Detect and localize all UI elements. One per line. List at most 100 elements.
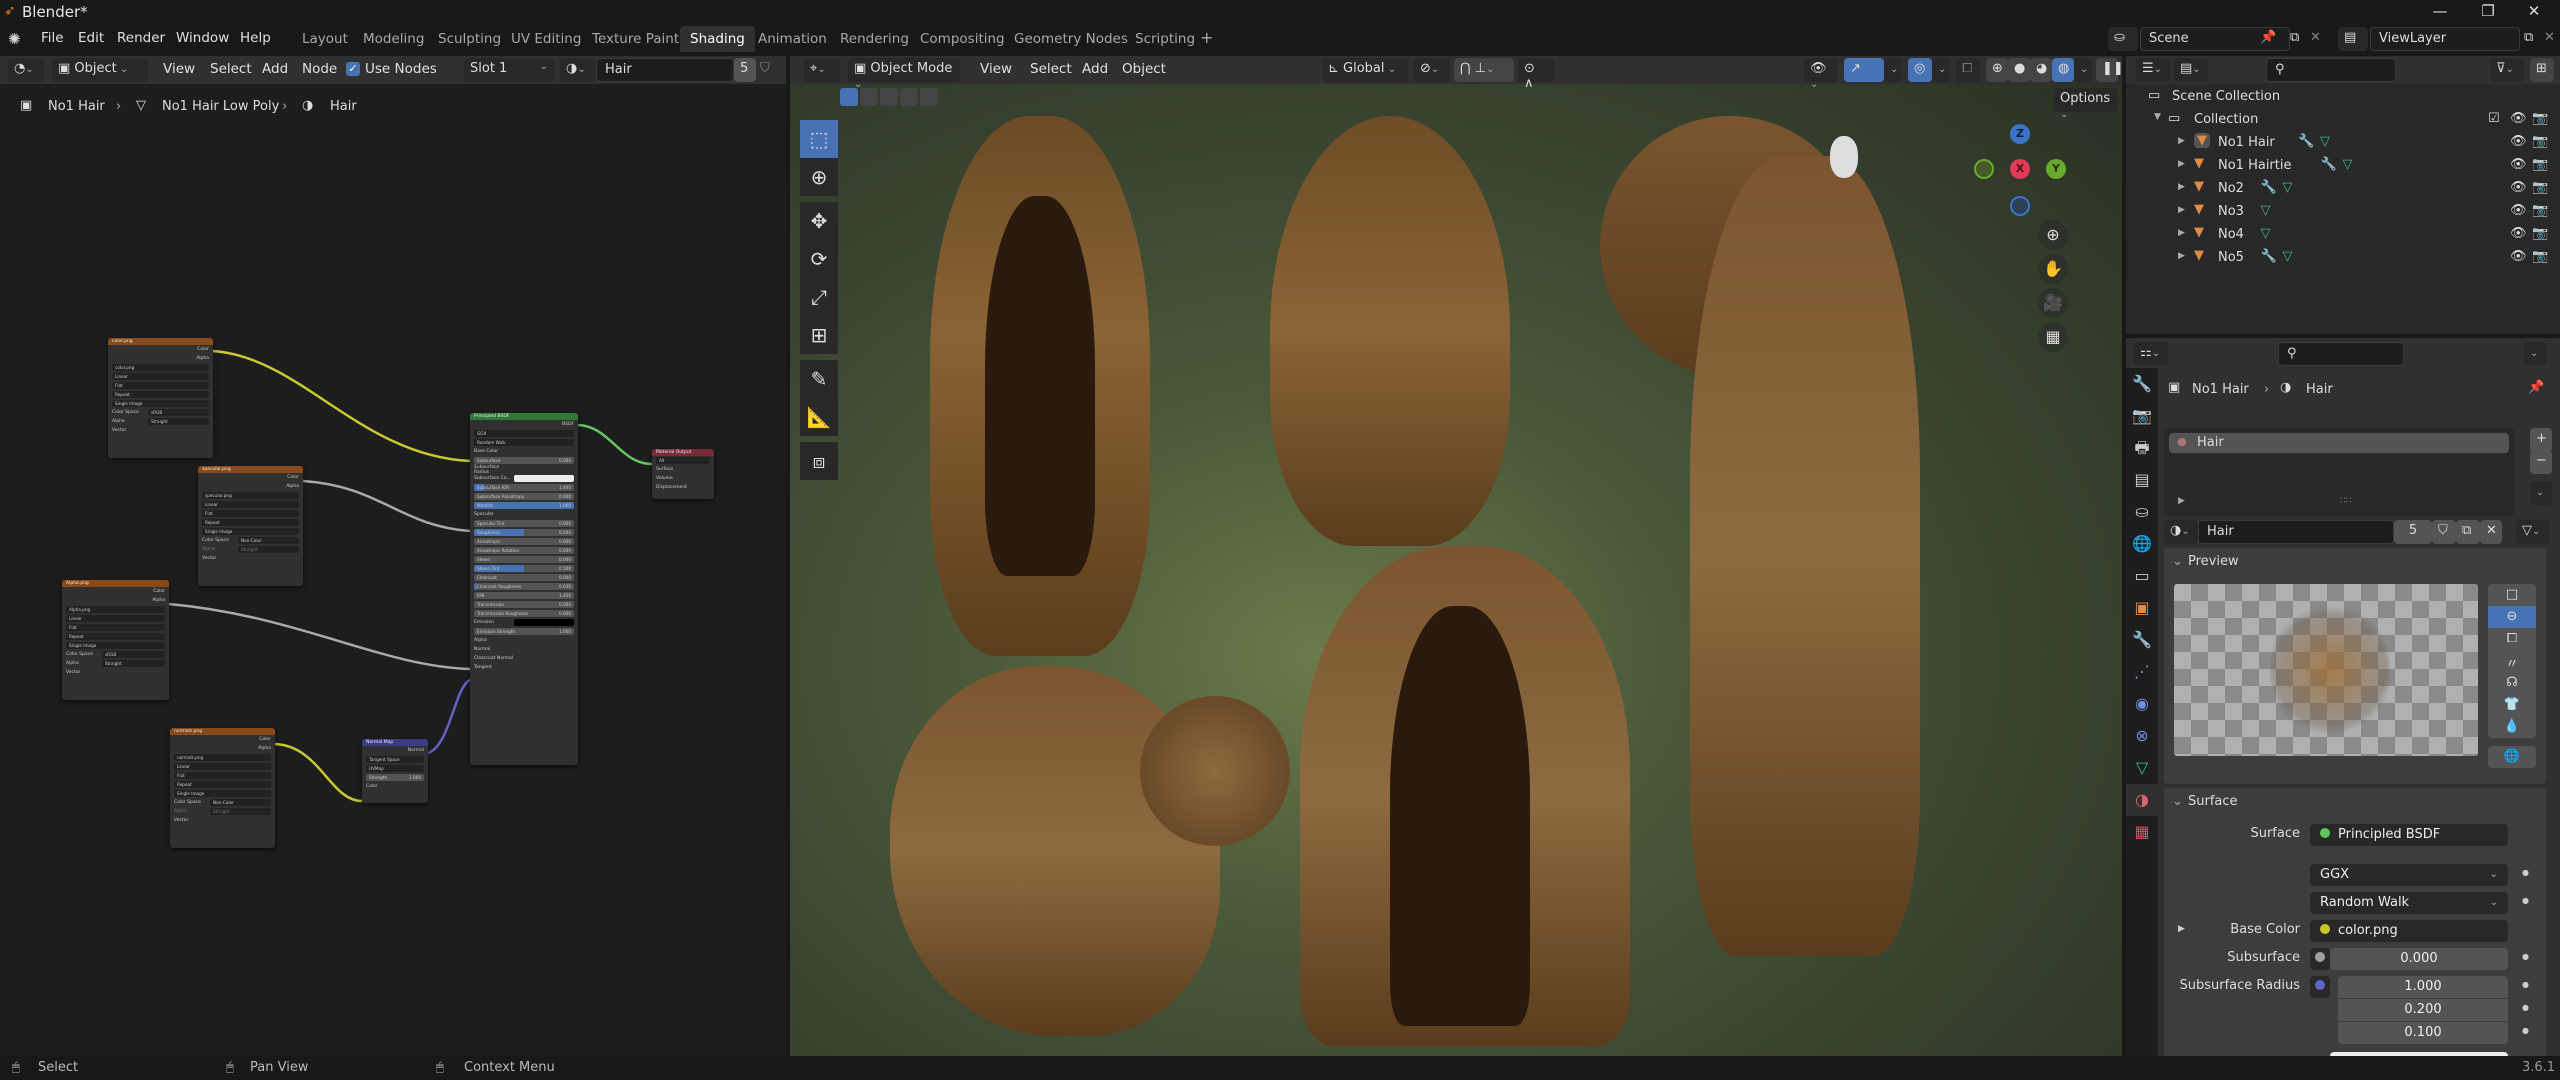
zoom-view-icon[interactable]: ⊕ <box>2038 220 2068 250</box>
output-color[interactable]: Color <box>108 345 213 354</box>
shading-dropdown[interactable]: ⌄ <box>2074 58 2092 82</box>
mesh-data-tab-icon[interactable]: ▽ <box>2126 752 2158 784</box>
preview-shader-ball-icon[interactable]: ☊ <box>2488 672 2536 694</box>
keyframe-dot-icon[interactable]: ● <box>2522 1026 2529 1035</box>
pivot-point-dropdown[interactable]: ⊘⌄ <box>1414 58 1450 82</box>
bsdf-input-row[interactable]: Subsurface IOR 1.400 <box>470 483 578 492</box>
modifier-tab-icon[interactable]: 🔧 <box>2126 624 2158 656</box>
keyframe-dot-icon[interactable]: ● <box>2522 952 2529 961</box>
menu-object[interactable]: Object <box>1122 61 1166 77</box>
world-tab-icon[interactable]: 🌐 <box>2126 528 2158 560</box>
bsdf-input-row[interactable]: Anisotropic Rotation 0.000 <box>470 546 578 555</box>
space-dropdown[interactable]: Tangent Space <box>366 756 424 763</box>
keyframe-dot-icon[interactable]: ● <box>2522 896 2529 905</box>
bsdf-input-row[interactable]: Clearcoat Roughness 0.030 <box>470 582 578 591</box>
camera-view-icon[interactable]: 🎥 <box>2038 288 2068 318</box>
select-box-tool[interactable]: ⬚ <box>800 120 838 158</box>
options-dropdown[interactable]: Options ⌄ <box>2054 88 2118 120</box>
camera-render-icon[interactable]: 📷 <box>2532 157 2548 172</box>
new-collection-button[interactable]: ⊞ <box>2530 58 2554 82</box>
add-slot-button[interactable]: + <box>2530 428 2552 452</box>
mesh-data-icon[interactable]: ▽ <box>2261 226 2271 241</box>
tab-uv-editing[interactable]: UV Editing <box>501 26 591 52</box>
preview-hair-icon[interactable]: 〃 <box>2488 650 2536 672</box>
color-swatch[interactable] <box>514 475 574 482</box>
solid-shading-button[interactable]: ● <box>2008 58 2030 82</box>
node-normal-map[interactable]: Normal Map Normal Tangent Space UVMap St… <box>362 739 428 803</box>
fake-user-icon[interactable]: ⛉ <box>760 61 770 76</box>
fake-user-icon[interactable]: ⛉ <box>2432 520 2456 544</box>
alpha-mode-dropdown[interactable]: Straight <box>148 418 209 425</box>
render-tab-icon[interactable]: 📷 <box>2126 400 2158 432</box>
xray-toggle[interactable]: ⧠ <box>1956 58 1980 82</box>
new-scene-icon[interactable]: ⧉ <box>2290 30 2299 45</box>
input-surface[interactable]: Surface <box>652 465 714 474</box>
source-dropdown[interactable]: Single Image <box>174 790 271 797</box>
interpolation-dropdown[interactable]: Linear <box>202 501 299 508</box>
bsdf-input-row[interactable]: Base Color <box>470 447 578 456</box>
bsdf-input-row[interactable]: Subsurface Radius <box>470 465 578 475</box>
remove-slot-button[interactable]: − <box>2530 450 2552 474</box>
annotate-tool[interactable]: ✎ <box>800 360 838 398</box>
bsdf-input-row[interactable]: Clearcoat 0.000 <box>470 573 578 582</box>
bsdf-input-row[interactable]: Roughness 0.500 <box>470 528 578 537</box>
transform-orientation-dropdown[interactable]: ⊾ Global ⌄ <box>1322 58 1408 82</box>
tab-compositing[interactable]: Compositing <box>910 26 1015 52</box>
new-selection-icon[interactable] <box>840 88 858 106</box>
scene-tab-icon[interactable]: ⛀ <box>2126 496 2158 528</box>
modifier-icon[interactable]: 🔧 <box>2321 157 2337 172</box>
close-button[interactable]: ✕ <box>2522 2 2546 22</box>
input-volume[interactable]: Volume <box>652 474 714 483</box>
view-layer-tab-icon[interactable]: ▤ <box>2126 464 2158 496</box>
bsdf-input-row[interactable]: Specular Tint 0.000 <box>470 519 578 528</box>
subsurface-socket-button[interactable] <box>2310 948 2330 970</box>
input-vector[interactable]: Vector <box>108 426 213 435</box>
material-users-count[interactable]: 5 <box>2394 520 2432 544</box>
bsdf-value-field[interactable]: Clearcoat Roughness 0.030 <box>474 583 574 590</box>
outliner-row-collection[interactable]: ▼ ▭ Collection ☑ 👁 📷 <box>2126 109 2560 132</box>
editor-type-button[interactable]: ⚏⌄ <box>2134 342 2168 366</box>
menu-add[interactable]: Add <box>262 61 288 77</box>
collapse-chevron-icon[interactable]: ⌄ <box>2172 554 2183 569</box>
add-workspace-button[interactable]: + <box>1190 26 1223 52</box>
node-principled-bsdf[interactable]: Principled BSDF BSDF GGX Random Walk Bas… <box>470 413 578 765</box>
constraints-tab-icon[interactable]: ⊗ <box>2126 720 2158 752</box>
maximize-button[interactable]: ❐ <box>2476 2 2500 22</box>
menu-node[interactable]: Node <box>302 61 337 77</box>
particles-tab-icon[interactable]: ⋰ <box>2126 656 2158 688</box>
node-image-texture-specular[interactable]: specular.png Color Alpha specular.png Li… <box>198 466 303 586</box>
image-field[interactable]: specular.png <box>202 492 299 499</box>
properties-editor[interactable]: ⚏⌄ ⚲ ⌄ ▣ No1 Hair › ◑ Hair 📌 ● Hair ▶ ∷∷… <box>2126 338 2560 1068</box>
input-vector[interactable]: Vector <box>62 668 169 677</box>
tab-modeling[interactable]: Modeling <box>353 26 434 52</box>
bsdf-value-field[interactable]: Roughness 0.500 <box>474 529 574 536</box>
extension-dropdown[interactable]: Repeat <box>202 519 299 526</box>
object-type-dropdown[interactable]: ▣ Object ⌄ <box>52 58 148 82</box>
outliner-row-object[interactable]: ▶ ▼ No4 ▽ 👁 📷 <box>2126 224 2560 247</box>
output-alpha[interactable]: Alpha <box>62 596 169 605</box>
source-dropdown[interactable]: Single Image <box>112 400 209 407</box>
panel-title[interactable]: Surface <box>2188 794 2238 809</box>
scene-selector-button[interactable]: ⛀ <box>2108 27 2138 51</box>
collection-tab-icon[interactable]: ▭ <box>2126 560 2158 592</box>
image-field[interactable]: Alpha.png <box>66 606 165 613</box>
projection-dropdown[interactable]: Flat <box>66 624 165 631</box>
image-field[interactable]: normals.png <box>174 754 271 761</box>
node-image-texture-color[interactable]: color.png Color Alpha color.png Linear F… <box>108 338 213 458</box>
colorspace-dropdown[interactable]: Non-Color <box>210 799 271 806</box>
bsdf-input-row[interactable]: Sheen 0.000 <box>470 555 578 564</box>
material-browse-button[interactable]: ◑⌄ <box>560 58 596 82</box>
editor-type-button[interactable]: ⌖⌄ <box>804 58 840 82</box>
visibility-dropdown[interactable]: 👁⌄ <box>1804 58 1838 90</box>
hair-model-3-ponytail[interactable] <box>1690 156 1920 956</box>
node-image-texture-normals[interactable]: normals.png Color Alpha normals.png Line… <box>170 728 275 848</box>
subsurface-value-field[interactable]: 0.000 <box>2330 948 2508 970</box>
keyframe-dot-icon[interactable]: ● <box>2522 868 2529 877</box>
bsdf-value-field[interactable]: Transmission Roughness 0.000 <box>474 610 574 617</box>
menu-add[interactable]: Add <box>1082 61 1108 77</box>
tab-animation[interactable]: Animation <box>748 26 837 52</box>
invert-selection-icon[interactable] <box>900 88 918 106</box>
material-slot-item[interactable]: ● Hair <box>2169 433 2509 453</box>
expand-arrow-icon[interactable]: ▶ <box>2178 251 2185 261</box>
interpolation-dropdown[interactable]: Linear <box>66 615 165 622</box>
